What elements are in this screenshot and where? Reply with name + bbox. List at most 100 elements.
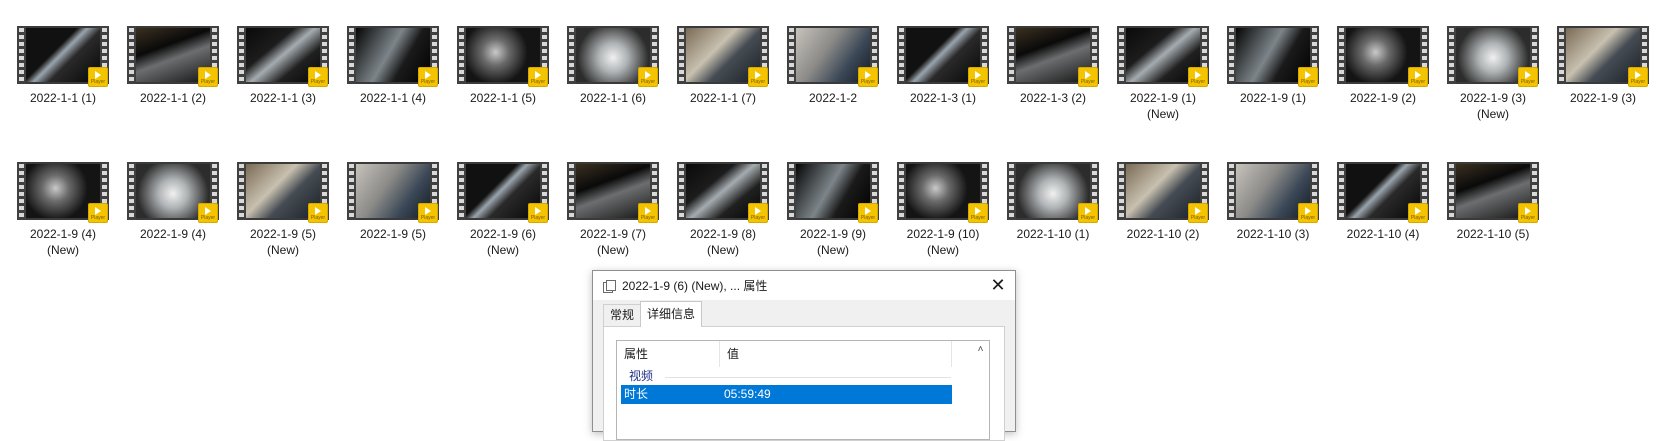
video-file-item[interactable]: Player 2022-1-2 — [778, 26, 888, 122]
video-file-item[interactable]: Player 2022-1-1 (5) — [448, 26, 558, 122]
file-name-label: 2022-1-1 (6) — [579, 91, 647, 105]
play-triangle-icon — [1415, 207, 1421, 215]
play-icon: Player — [1628, 67, 1648, 87]
video-file-item[interactable]: Player 2022-1-1 (4) — [338, 26, 448, 122]
video-file-item[interactable]: Player 2022-1-10 (4) — [1328, 162, 1438, 258]
play-icon: Player — [1078, 203, 1098, 223]
video-file-item[interactable]: Player 2022-1-10 (5) — [1438, 162, 1548, 258]
close-icon[interactable]: ✕ — [989, 276, 1007, 294]
video-thumbnail: Player — [17, 26, 109, 87]
play-triangle-icon — [315, 71, 321, 79]
video-file-item[interactable]: Player 2022-1-1 (6) — [558, 26, 668, 122]
video-file-item[interactable]: Player 2022-1-9 (1) — [1218, 26, 1328, 122]
film-strip-left — [1447, 26, 1456, 84]
player-badge-label: Player — [310, 215, 326, 221]
play-icon: Player — [1518, 203, 1538, 223]
play-triangle-icon — [535, 71, 541, 79]
column-header-value[interactable]: 值 — [720, 341, 952, 367]
video-thumbnail: Player — [567, 26, 659, 87]
video-file-item[interactable]: Player 2022-1-3 (2) — [998, 26, 1108, 122]
video-file-item[interactable]: Player 2022-1-10 (3) — [1218, 162, 1328, 258]
player-badge-label: Player — [200, 215, 216, 221]
play-triangle-icon — [1195, 71, 1201, 79]
video-file-item[interactable]: Player 2022-1-1 (2) — [118, 26, 228, 122]
play-icon: Player — [638, 203, 658, 223]
video-file-item[interactable]: Player 2022-1-9 (7) (New) — [558, 162, 668, 258]
file-name-label: 2022-1-2 — [808, 91, 858, 105]
video-thumbnail: Player — [457, 26, 549, 87]
play-icon: Player — [198, 67, 218, 87]
video-file-item[interactable]: Player 2022-1-1 (3) — [228, 26, 338, 122]
play-icon: Player — [308, 67, 328, 87]
video-file-item[interactable]: Player 2022-1-10 (2) — [1108, 162, 1218, 258]
play-triangle-icon — [975, 207, 981, 215]
film-strip-left — [1557, 26, 1566, 84]
group-header-video: 视频 — [617, 368, 989, 385]
video-thumbnail: Player — [787, 162, 879, 223]
play-triangle-icon — [865, 207, 871, 215]
video-thumbnail: Player — [1337, 26, 1429, 87]
player-badge-label: Player — [200, 79, 216, 85]
film-strip-left — [897, 26, 906, 84]
video-file-item[interactable]: Player 2022-1-9 (1) (New) — [1108, 26, 1218, 122]
column-header-property[interactable]: 属性 — [617, 341, 720, 367]
play-icon: Player — [88, 203, 108, 223]
play-icon: Player — [418, 203, 438, 223]
player-badge-label: Player — [860, 215, 876, 221]
video-thumbnail: Player — [1447, 26, 1539, 87]
video-thumbnail: Player — [347, 26, 439, 87]
list-row-duration[interactable]: 时长 05:59:49 — [621, 385, 952, 404]
play-triangle-icon — [205, 71, 211, 79]
file-name-label: 2022-1-3 (1) — [909, 91, 977, 105]
video-file-item[interactable]: Player 2022-1-9 (10) (New) — [888, 162, 998, 258]
dialog-titlebar[interactable]: 2022-1-9 (6) (New), ... 属性 ✕ — [593, 271, 1015, 300]
row-value: 05:59:49 — [724, 387, 771, 401]
play-triangle-icon — [1085, 207, 1091, 215]
player-badge-label: Player — [1520, 215, 1536, 221]
player-badge-label: Player — [420, 215, 436, 221]
video-file-item[interactable]: Player 2022-1-3 (1) — [888, 26, 998, 122]
play-icon: Player — [748, 67, 768, 87]
play-triangle-icon — [425, 71, 431, 79]
scroll-up-icon[interactable]: ˄ — [976, 344, 985, 355]
video-file-item[interactable]: Player 2022-1-9 (3) — [1548, 26, 1658, 122]
tab-details[interactable]: 详细信息 — [640, 301, 703, 327]
play-icon: Player — [528, 67, 548, 87]
video-file-item[interactable]: Player 2022-1-10 (1) — [998, 162, 1108, 258]
video-file-item[interactable]: Player 2022-1-1 (7) — [668, 26, 778, 122]
video-thumbnail: Player — [677, 26, 769, 87]
video-file-item[interactable]: Player 2022-1-9 (4) (New) — [8, 162, 118, 258]
file-name-label: 2022-1-9 (8) (New) — [689, 227, 757, 257]
video-file-item[interactable]: Player 2022-1-1 (1) — [8, 26, 118, 122]
player-badge-label: Player — [640, 215, 656, 221]
property-list[interactable]: 属性 值 视频 时长 05:59:49 ˄ — [616, 340, 990, 440]
play-icon: Player — [638, 67, 658, 87]
file-name-label: 2022-1-9 (9) (New) — [799, 227, 867, 257]
play-triangle-icon — [645, 71, 651, 79]
video-file-item[interactable]: Player 2022-1-9 (5) (New) — [228, 162, 338, 258]
play-triangle-icon — [1085, 71, 1091, 79]
video-file-item[interactable]: Player 2022-1-9 (9) (New) — [778, 162, 888, 258]
play-icon: Player — [1078, 67, 1098, 87]
film-strip-left — [457, 26, 466, 84]
play-icon: Player — [528, 203, 548, 223]
video-file-item[interactable]: Player 2022-1-9 (6) (New) — [448, 162, 558, 258]
video-thumbnail: Player — [897, 26, 989, 87]
film-strip-left — [1117, 26, 1126, 84]
video-file-item[interactable]: Player 2022-1-9 (8) (New) — [668, 162, 778, 258]
film-strip-left — [567, 162, 576, 220]
video-thumbnail: Player — [677, 162, 769, 223]
play-triangle-icon — [1305, 207, 1311, 215]
vertical-scrollbar[interactable]: ˄ — [972, 341, 989, 439]
video-thumbnail: Player — [1447, 162, 1539, 223]
file-name-label: 2022-1-9 (3) (New) — [1459, 91, 1527, 121]
file-name-label: 2022-1-10 (5) — [1456, 227, 1530, 241]
video-file-item[interactable]: Player 2022-1-9 (4) — [118, 162, 228, 258]
video-file-item[interactable]: Player 2022-1-9 (5) — [338, 162, 448, 258]
tab-general[interactable]: 常规 — [603, 304, 642, 326]
video-file-item[interactable]: Player 2022-1-9 (2) — [1328, 26, 1438, 122]
play-icon: Player — [968, 67, 988, 87]
file-name-label: 2022-1-9 (5) — [359, 227, 427, 241]
film-strip-left — [237, 26, 246, 84]
video-file-item[interactable]: Player 2022-1-9 (3) (New) — [1438, 26, 1548, 122]
